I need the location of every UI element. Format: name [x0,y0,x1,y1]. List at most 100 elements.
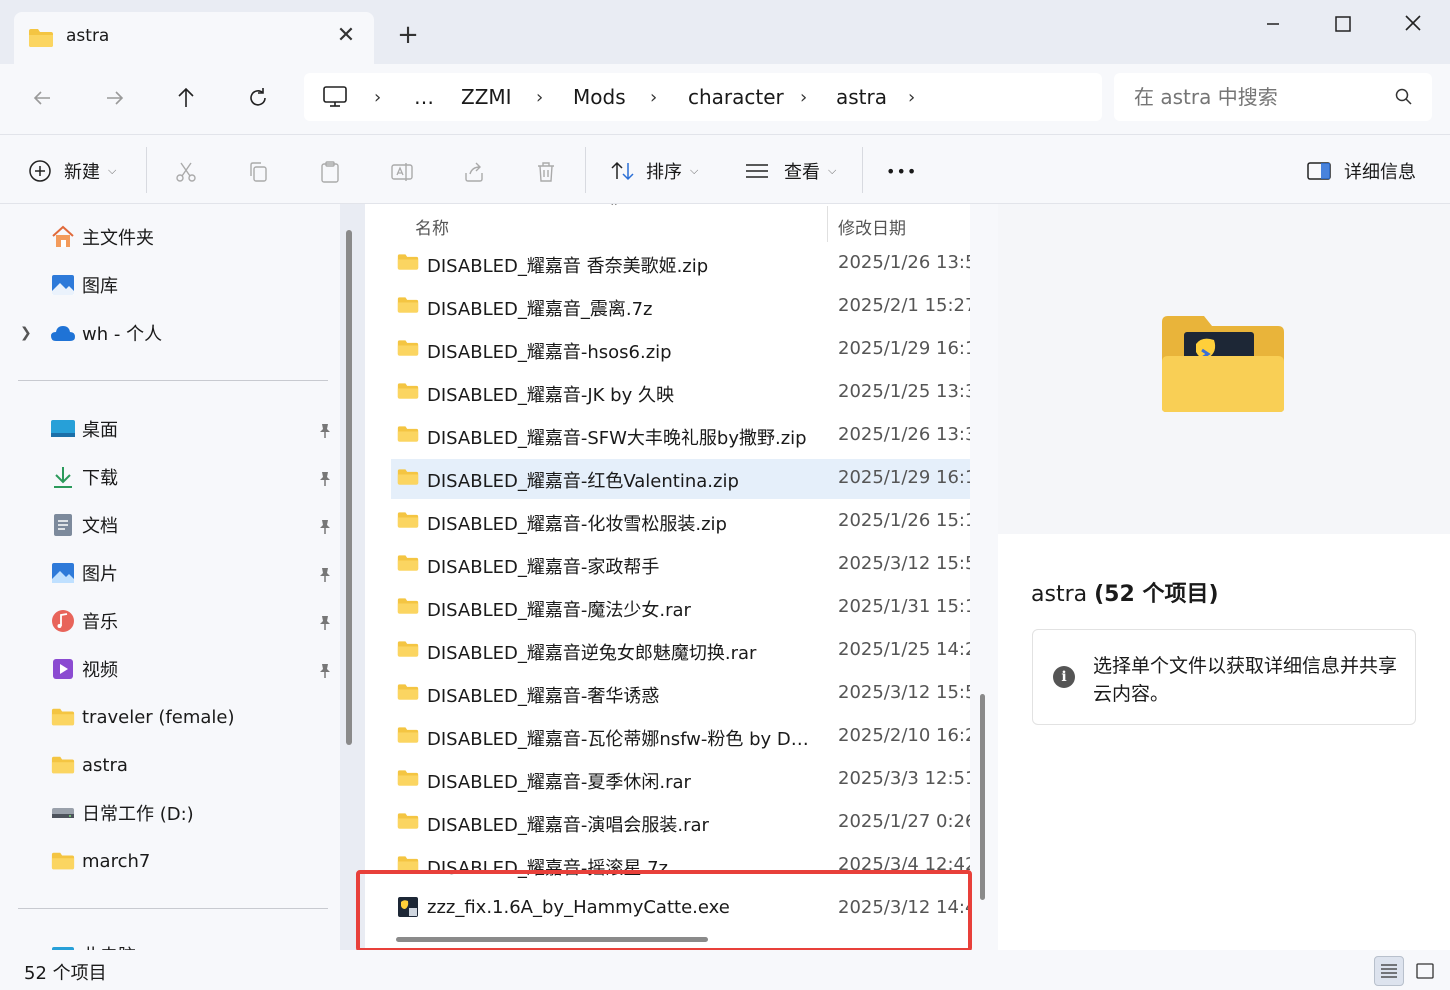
cut-button[interactable] [171,157,201,187]
file-row[interactable]: DISABLED_耀嘉音_震离.7z 2025/2/1 15:27 [391,287,970,327]
file-row[interactable]: DISABLED_耀嘉音-演唱会服装.rar 2025/1/27 0:26 [391,803,970,843]
close-window-button[interactable] [1388,8,1438,40]
tiles-view-icon [1416,963,1434,979]
sidebar-item-pictures[interactable]: 图片 [50,553,118,593]
sidebar-scrollbar[interactable] [346,230,352,745]
file-row[interactable]: DISABLED_耀嘉音逆兔女郎魅魔切换.rar 2025/1/25 14:2 [391,631,970,671]
file-row[interactable]: DISABLED_耀嘉音 香奈美歌姬.zip 2025/1/26 13:5 [391,244,970,284]
pin-icon[interactable] [316,470,334,488]
back-button[interactable] [22,78,62,118]
sidebar-item-drive-d[interactable]: 日常工作 (D:) [50,793,194,833]
forward-button[interactable] [95,78,135,118]
copy-button[interactable] [243,157,273,187]
new-tab-button[interactable]: + [392,20,424,52]
sort-button[interactable]: 排序 ⌵ [610,153,698,189]
file-name: DISABLED_耀嘉音-家政帮手 [427,557,660,578]
sidebar-item-downloads[interactable]: 下载 [50,457,118,497]
file-row[interactable]: DISABLED_耀嘉音-红色Valentina.zip 2025/1/29 16… [391,459,970,499]
chevron-right-icon[interactable]: › [800,87,807,108]
breadcrumb-mods[interactable]: Mods [573,85,626,109]
sidebar-item-desktop[interactable]: 桌面 [50,409,118,449]
new-label: 新建 [64,162,100,183]
monitor-icon[interactable] [322,85,348,113]
tiles-view-button[interactable] [1410,956,1440,986]
sidebar-item-gallery[interactable]: 图库 [50,265,118,305]
search-box[interactable] [1114,73,1432,121]
share-button[interactable] [459,157,489,187]
sidebar-item-music[interactable]: 音乐 [50,601,118,641]
file-name: DISABLED_耀嘉音-hsos6.zip [427,342,672,363]
pin-icon[interactable] [316,518,334,536]
gallery-icon [50,273,76,297]
details-item-count: (52 个项目) [1094,582,1219,607]
vertical-scrollbar[interactable] [980,694,985,900]
pictures-icon [50,561,76,585]
sidebar-item-videos[interactable]: 视频 [50,649,118,689]
pin-icon[interactable] [316,566,334,584]
new-button[interactable]: 新建 ⌵ [28,153,116,189]
sidebar-item-label: 视频 [82,660,118,681]
folder-icon [397,382,419,404]
rename-button[interactable] [387,157,417,187]
paste-button[interactable] [315,157,345,187]
file-row[interactable]: DISABLED_耀嘉音-瓦伦蒂娜nsfw-粉色 by Dai... 2025/2… [391,717,970,757]
chevron-right-icon[interactable]: › [908,87,915,108]
plus-circle-icon [29,160,51,182]
file-row[interactable]: DISABLED_耀嘉音-JK by 久映 2025/1/25 13:3 [391,373,970,413]
maximize-button[interactable] [1318,8,1368,40]
refresh-button[interactable] [238,78,278,118]
chevron-right-icon[interactable]: › [536,87,543,108]
details-view-button[interactable] [1374,956,1404,986]
view-button[interactable]: 查看 ⌵ [744,153,836,189]
address-bar[interactable]: › … ZZMI › Mods › character › astra › [304,73,1102,121]
sidebar-item-this-pc[interactable]: 此电脑 [50,935,136,950]
sidebar-item-onedrive[interactable]: wh - 个人 [50,313,162,353]
breadcrumb-overflow[interactable]: … [414,85,434,109]
file-row[interactable]: DISABLED_耀嘉音-化妆雪松服装.zip 2025/1/26 15:1 [391,502,970,542]
sidebar-item-astra[interactable]: astra [50,745,128,785]
folder-icon [50,705,76,729]
breadcrumb-astra[interactable]: astra [836,85,887,109]
folder-icon [28,28,54,52]
file-row[interactable]: DISABLED_耀嘉音-奢华诱惑 2025/3/12 15:5 [391,674,970,714]
drive-icon [50,801,76,825]
column-header-name[interactable]: 名称 [415,214,449,239]
sidebar-item-march7[interactable]: march7 [50,841,150,881]
pin-icon[interactable] [316,422,334,440]
sidebar-item-documents[interactable]: 文档 [50,505,118,545]
search-icon[interactable] [1394,87,1414,111]
details-pane-button[interactable]: 详细信息 [1306,153,1416,189]
file-row[interactable]: DISABLED_耀嘉音-家政帮手 2025/3/12 15:5 [391,545,970,585]
up-button[interactable] [166,78,206,118]
file-row[interactable]: DISABLED_耀嘉音-SFW大丰晚礼服by撒野.zip 2025/1/26 1… [391,416,970,456]
pin-icon[interactable] [316,662,334,680]
chevron-right-icon[interactable]: ❯ [20,325,32,341]
column-divider[interactable] [827,206,828,242]
preview-area [998,204,1450,534]
close-tab-icon[interactable]: ✕ [330,22,362,50]
file-row[interactable]: DISABLED_耀嘉音-魔法少女.rar 2025/1/31 15:1 [391,588,970,628]
more-options-button[interactable]: ••• [886,153,917,189]
details-pane: astra (52 个项目) i 选择单个文件以获取详细信息并共享云内容。 [998,204,1450,950]
folder-preview-icon [1162,316,1284,412]
sidebar-item-home[interactable]: 主文件夹 [50,217,154,257]
sidebar-item-traveler-female[interactable]: traveler (female) [50,697,235,737]
file-row[interactable]: DISABLED_耀嘉音-夏季休闲.rar 2025/3/3 12:51 [391,760,970,800]
sidebar-item-label: astra [82,754,128,776]
tab-astra[interactable]: astra ✕ [14,12,374,64]
onedrive-icon [50,321,76,345]
sort-icon [611,161,634,181]
chevron-right-icon[interactable]: › [650,87,657,108]
search-input[interactable] [1134,83,1384,111]
refresh-icon [250,88,266,106]
file-list: ⌃ 名称 修改日期 DISABLED_耀嘉音 香奈美歌姬.zip 2025/1/2… [365,204,970,950]
column-header-date[interactable]: 修改日期 [838,214,906,239]
delete-button[interactable] [531,157,561,187]
breadcrumb-zzmi[interactable]: ZZMI [461,85,512,109]
pin-icon[interactable] [316,614,334,632]
minimize-button[interactable] [1248,8,1298,40]
file-name: DISABLED_耀嘉音-瓦伦蒂娜nsfw-粉色 by Dai... [427,729,817,750]
breadcrumb-character[interactable]: character [688,85,784,109]
file-row[interactable]: DISABLED_耀嘉音-hsos6.zip 2025/1/29 16:1 [391,330,970,370]
chevron-right-icon[interactable]: › [374,87,381,108]
